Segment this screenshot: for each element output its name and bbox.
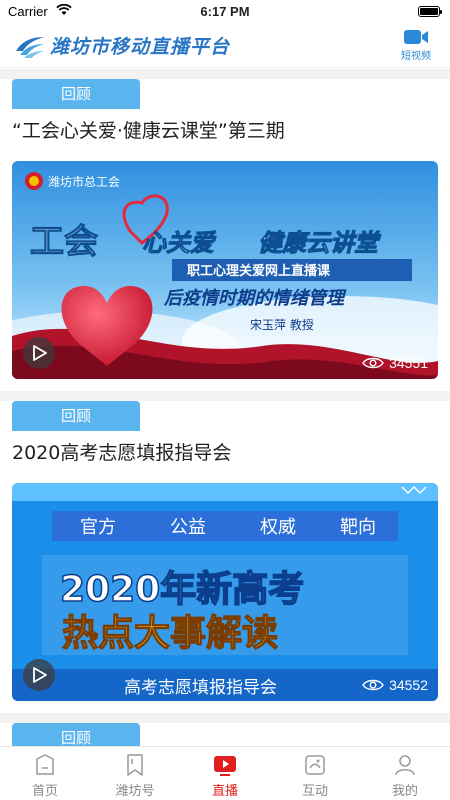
play-icon bbox=[33, 667, 47, 683]
play-button[interactable] bbox=[23, 659, 55, 691]
poster-line2: 热点大事解读 bbox=[62, 613, 278, 654]
tab-home[interactable]: 首页 bbox=[0, 747, 90, 800]
eye-icon bbox=[362, 357, 384, 369]
video-camera-icon bbox=[404, 30, 428, 44]
view-count-value: 34551 bbox=[389, 355, 428, 371]
status-bar: Carrier 6:17 PM bbox=[0, 0, 450, 24]
card-title[interactable]: 2020高考志愿填报指导会 bbox=[0, 431, 450, 473]
poster-org: 潍坊市总工会 bbox=[48, 174, 120, 189]
eye-icon bbox=[362, 679, 384, 691]
poster-keyword: 权威 bbox=[260, 517, 296, 538]
short-video-button[interactable]: 短视频 bbox=[396, 28, 436, 62]
brand-logo-icon bbox=[16, 36, 44, 58]
play-icon bbox=[33, 345, 47, 361]
card-title[interactable]: “工会心关爱·健康云课堂”第三期 bbox=[0, 109, 450, 151]
poster-graphic: 潍坊市总工会 工会 心关爱 健康云讲堂 职工心理关爱网上直播课 后疫情时期的情绪… bbox=[12, 161, 438, 379]
app-title: 潍坊市移动直播平台 bbox=[50, 36, 231, 58]
poster-ribbon: 职工心理关爱网上直播课 bbox=[187, 263, 331, 279]
poster-footer: 高考志愿填报指导会 bbox=[124, 678, 277, 698]
poster-keyword: 公益 bbox=[170, 517, 206, 538]
replay-tag: 回顾 bbox=[12, 723, 140, 746]
video-thumbnail[interactable]: 潍坊市总工会 工会 心关爱 健康云讲堂 职工心理关爱网上直播课 后疫情时期的情绪… bbox=[12, 161, 438, 379]
tab-label: 直播 bbox=[211, 784, 238, 799]
tab-interact[interactable]: 互动 bbox=[270, 747, 360, 800]
live-feed[interactable]: 回顾 “工会心关爱·健康云课堂”第三期 潍坊市总工会 工会 心关爱 健康云讲堂 … bbox=[0, 69, 450, 746]
view-count: 34551 bbox=[362, 355, 428, 371]
tab-label: 首页 bbox=[31, 784, 58, 799]
feed-card[interactable]: 回顾 bbox=[0, 723, 450, 746]
brand: 潍坊市移动直播平台 bbox=[14, 32, 230, 59]
tab-mine[interactable]: 我的 bbox=[360, 747, 450, 800]
view-count: 34552 bbox=[362, 677, 428, 693]
replay-tag: 回顾 bbox=[12, 79, 140, 109]
tab-live[interactable]: 直播 bbox=[180, 747, 270, 800]
interact-icon bbox=[305, 755, 325, 775]
poster-speaker: 宋玉萍 教授 bbox=[250, 317, 314, 332]
bookmark-icon bbox=[127, 754, 143, 776]
tab-label: 我的 bbox=[391, 784, 418, 799]
replay-tag: 回顾 bbox=[12, 401, 140, 431]
poster-headline-right: 健康云讲堂 bbox=[258, 229, 381, 257]
video-thumbnail[interactable]: 官方 公益 权威 靶向 2020年新高考 热点大事解读 高考志愿填报指导会 34… bbox=[12, 483, 438, 701]
poster-headline-mid: 心关爱 bbox=[142, 229, 217, 257]
user-icon bbox=[395, 755, 415, 776]
poster-line1: 2020年新高考 bbox=[60, 569, 304, 610]
poster-graphic: 官方 公益 权威 靶向 2020年新高考 热点大事解读 高考志愿填报指导会 bbox=[12, 483, 438, 701]
tab-label: 潍坊号 bbox=[115, 784, 155, 799]
app-header: 潍坊市移动直播平台 短视频 bbox=[0, 24, 450, 68]
live-tv-icon bbox=[214, 756, 236, 776]
poster-subtitle: 后疫情时期的情绪管理 bbox=[163, 288, 347, 309]
feed-card[interactable]: 回顾 2020高考志愿填报指导会 官方 公益 权威 靶向 2020年新高考 热点… bbox=[0, 401, 450, 713]
battery-icon bbox=[418, 6, 442, 17]
bottom-tab-bar: 首页 潍坊号 直播 互动 我的 bbox=[0, 746, 450, 800]
tab-weifanghao[interactable]: 潍坊号 bbox=[90, 747, 180, 800]
poster-headline-left: 工会 bbox=[30, 222, 98, 262]
play-button[interactable] bbox=[23, 337, 55, 369]
feed-card[interactable]: 回顾 “工会心关爱·健康云课堂”第三期 潍坊市总工会 工会 心关爱 健康云讲堂 … bbox=[0, 79, 450, 391]
home-icon bbox=[36, 754, 54, 775]
short-video-label: 短视频 bbox=[401, 51, 431, 62]
view-count-value: 34552 bbox=[389, 677, 428, 693]
poster-keyword: 靶向 bbox=[340, 517, 376, 538]
poster-keyword: 官方 bbox=[80, 517, 116, 538]
clock: 6:17 PM bbox=[200, 4, 250, 19]
tab-label: 互动 bbox=[301, 784, 328, 799]
